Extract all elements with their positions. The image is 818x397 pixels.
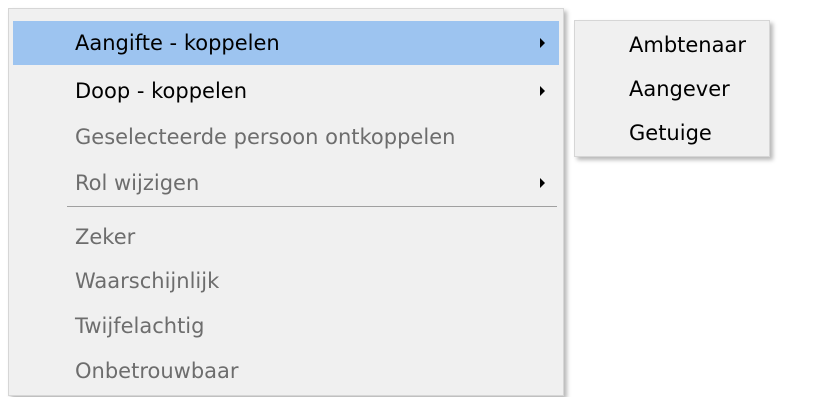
menu-item-persoon-ontkoppelen[interactable]: Geselecteerde persoon ontkoppelen (13, 115, 559, 159)
submenu-item-ambtenaar[interactable]: Ambtenaar (577, 23, 767, 67)
submenu-item-label: Aangever (629, 77, 730, 101)
submenu-item-label: Ambtenaar (629, 33, 746, 57)
submenu-aangifte: Ambtenaar Aangever Getuige (574, 20, 770, 157)
menu-item-label: Waarschijnlijk (75, 269, 220, 293)
menu-item-label: Geselecteerde persoon ontkoppelen (75, 125, 456, 149)
submenu-item-label: Getuige (629, 121, 712, 145)
menu-item-rol-wijzigen[interactable]: Rol wijzigen (13, 161, 559, 205)
menu-item-doop-koppelen[interactable]: Doop - koppelen (13, 69, 559, 113)
submenu-arrow-icon (540, 86, 545, 96)
menu-item-waarschijnlijk[interactable]: Waarschijnlijk (13, 259, 559, 303)
menu-item-label: Aangifte - koppelen (75, 31, 280, 55)
submenu-arrow-icon (540, 178, 545, 188)
menu-item-label: Twijfelachtig (75, 314, 205, 338)
menu-item-onbetrouwbaar[interactable]: Onbetrouwbaar (13, 349, 559, 393)
menu-item-label: Doop - koppelen (75, 79, 248, 103)
menu-item-twijfelachtig[interactable]: Twijfelachtig (13, 304, 559, 348)
menu-item-label: Zeker (75, 225, 136, 249)
submenu-item-getuige[interactable]: Getuige (577, 111, 767, 155)
menu-item-label: Rol wijzigen (75, 171, 200, 195)
menu-item-aangifte-koppelen[interactable]: Aangifte - koppelen (13, 21, 559, 65)
screen: Aangifte - koppelen Doop - koppelen Gese… (0, 0, 818, 397)
menu-item-label: Onbetrouwbaar (75, 359, 239, 383)
submenu-arrow-icon (540, 38, 545, 48)
menu-separator (67, 206, 557, 207)
context-menu: Aangifte - koppelen Doop - koppelen Gese… (8, 8, 564, 396)
menu-item-zeker[interactable]: Zeker (13, 215, 559, 259)
submenu-item-aangever[interactable]: Aangever (577, 67, 767, 111)
